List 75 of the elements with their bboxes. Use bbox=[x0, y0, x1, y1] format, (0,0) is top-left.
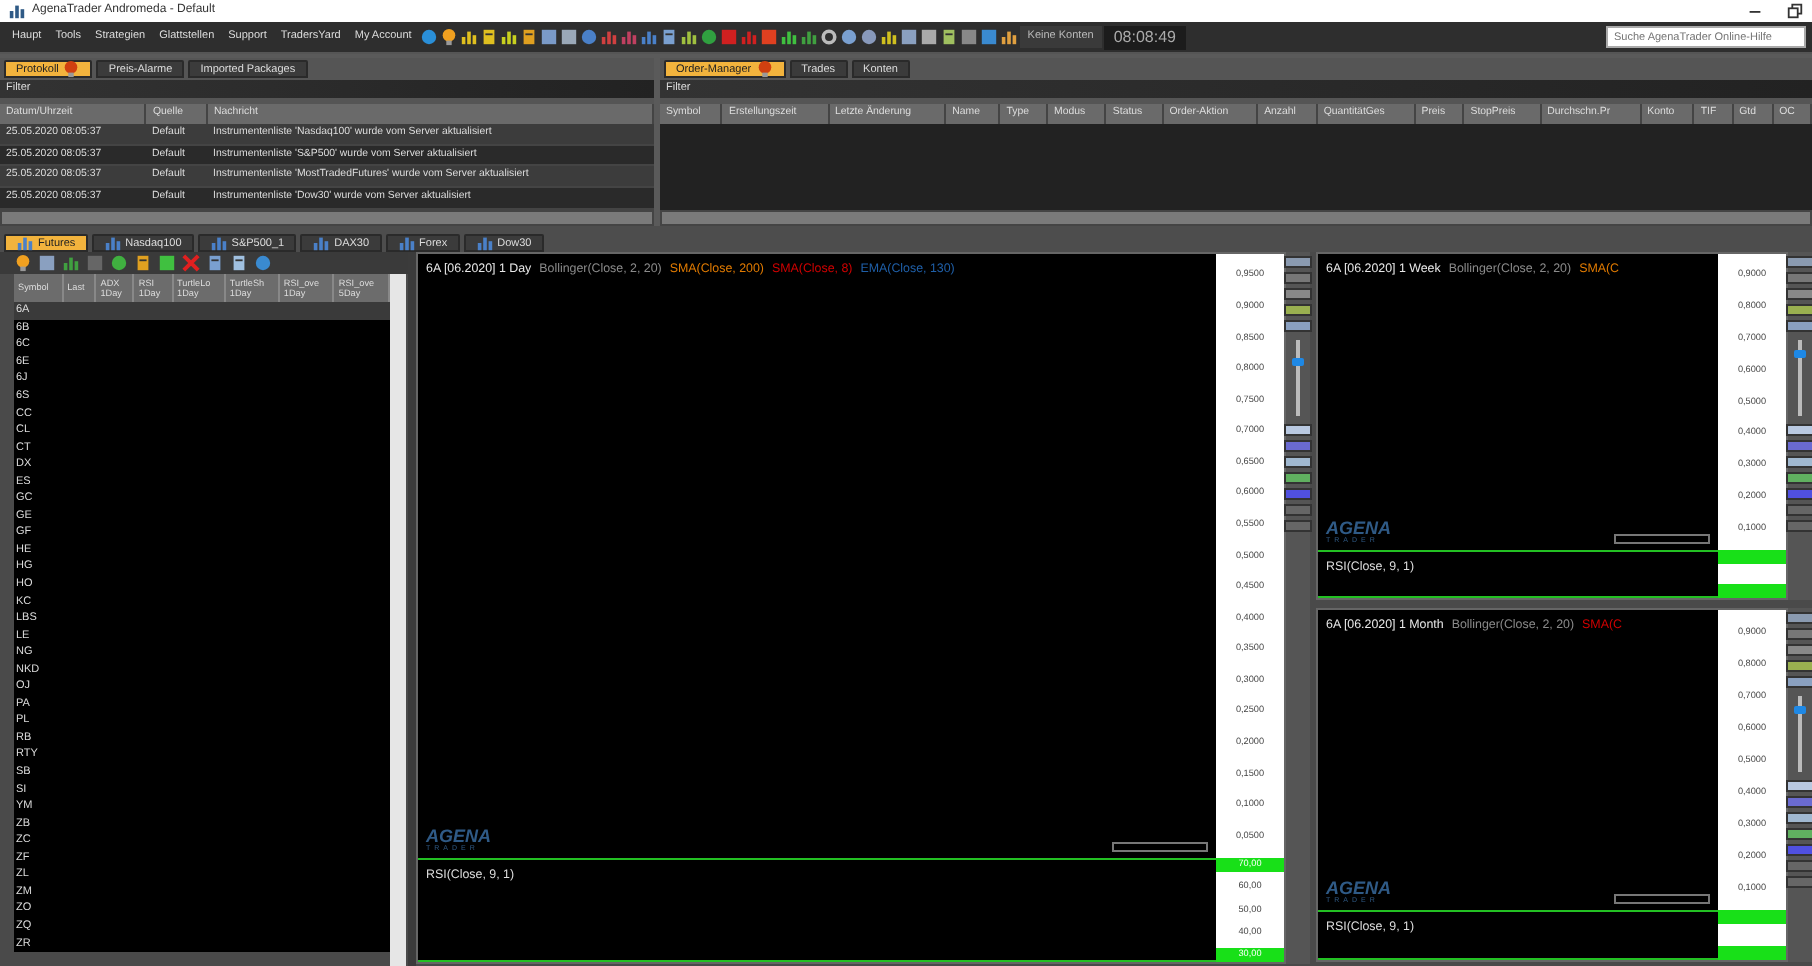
bar-chart-icon bbox=[397, 234, 416, 252]
bulb-icon[interactable] bbox=[439, 28, 458, 46]
band-marker bbox=[1718, 910, 1786, 924]
tool-button[interactable] bbox=[1284, 288, 1312, 300]
tool-button[interactable] bbox=[1786, 472, 1812, 484]
bar-chart-icon[interactable] bbox=[499, 28, 518, 46]
bar-chart-icon[interactable] bbox=[779, 28, 798, 46]
bar-chart-icon bbox=[209, 234, 228, 252]
tool-button[interactable] bbox=[1786, 424, 1812, 436]
tool-button[interactable] bbox=[1786, 288, 1812, 300]
logo-text: AGENA bbox=[1326, 879, 1392, 897]
bar-chart-icon[interactable] bbox=[679, 28, 698, 46]
circle-icon[interactable] bbox=[254, 254, 272, 272]
document-icon[interactable] bbox=[519, 28, 538, 46]
clock: 08:08:49 bbox=[1103, 25, 1186, 49]
tool-button[interactable] bbox=[1284, 456, 1312, 468]
band-marker bbox=[1718, 584, 1786, 598]
zoom-slider-thumb[interactable] bbox=[1794, 350, 1806, 359]
logo-text: AGENA bbox=[1326, 519, 1392, 537]
bar-chart-icon[interactable] bbox=[999, 28, 1018, 46]
document-icon[interactable] bbox=[659, 28, 678, 46]
scrollbar[interactable] bbox=[0, 210, 654, 226]
scrollbar[interactable] bbox=[390, 274, 406, 966]
tool-button[interactable] bbox=[1786, 812, 1812, 824]
scroll-box[interactable] bbox=[1614, 894, 1710, 904]
close-icon[interactable] bbox=[182, 254, 200, 272]
bar-chart-icon[interactable] bbox=[62, 254, 80, 272]
help-icon[interactable] bbox=[419, 28, 438, 46]
band-marker bbox=[1718, 946, 1786, 960]
document-icon[interactable] bbox=[479, 28, 498, 46]
document-icon[interactable] bbox=[939, 28, 958, 46]
tool-button[interactable] bbox=[1786, 256, 1812, 268]
tool-button[interactable] bbox=[1786, 828, 1812, 840]
bar-chart-icon[interactable] bbox=[459, 28, 478, 46]
scroll-box[interactable] bbox=[1614, 534, 1710, 544]
tool-button[interactable] bbox=[1786, 320, 1812, 332]
bar-chart-icon[interactable] bbox=[639, 28, 658, 46]
square-icon[interactable] bbox=[759, 28, 778, 46]
bar-chart-icon bbox=[103, 234, 122, 252]
tool-button[interactable] bbox=[1284, 424, 1312, 436]
band-marker bbox=[1718, 550, 1786, 564]
tool-button[interactable] bbox=[1786, 780, 1812, 792]
bar-chart-icon bbox=[16, 234, 34, 252]
tool-button[interactable] bbox=[1284, 472, 1312, 484]
bar-chart-icon bbox=[312, 234, 331, 252]
restore-icon[interactable] bbox=[1786, 2, 1804, 20]
tool-button[interactable] bbox=[1786, 456, 1812, 468]
bulb-icon[interactable] bbox=[14, 254, 32, 272]
tool-button[interactable] bbox=[1786, 612, 1812, 624]
zoom-slider-thumb[interactable] bbox=[1292, 357, 1304, 365]
tool-button[interactable] bbox=[1786, 676, 1812, 688]
square-icon[interactable] bbox=[158, 254, 176, 272]
tool-button[interactable] bbox=[1284, 256, 1312, 268]
document-icon[interactable] bbox=[206, 254, 224, 272]
tool-button[interactable] bbox=[1786, 304, 1812, 316]
scrollbar[interactable] bbox=[660, 210, 1812, 226]
circle-icon[interactable] bbox=[839, 28, 858, 46]
bar-chart-icon[interactable] bbox=[879, 28, 898, 46]
bar-chart-icon bbox=[475, 234, 494, 252]
gear-icon[interactable] bbox=[819, 28, 838, 46]
bulb-icon bbox=[62, 60, 81, 78]
document-icon[interactable] bbox=[230, 254, 248, 272]
tool-button[interactable] bbox=[1284, 320, 1312, 332]
logo-text: AGENA bbox=[426, 827, 492, 845]
bulb-icon bbox=[755, 60, 774, 78]
circle-icon[interactable] bbox=[859, 28, 878, 46]
app-icon bbox=[8, 2, 26, 20]
circle-icon[interactable] bbox=[110, 254, 128, 272]
tool-button[interactable] bbox=[1786, 644, 1812, 656]
zoom-slider-thumb[interactable] bbox=[1794, 706, 1806, 715]
square-icon[interactable] bbox=[719, 28, 738, 46]
tool-button[interactable] bbox=[1284, 304, 1312, 316]
tool-button[interactable] bbox=[1786, 660, 1812, 672]
bar-chart-icon[interactable] bbox=[799, 28, 818, 46]
scroll-box[interactable] bbox=[1112, 842, 1208, 852]
